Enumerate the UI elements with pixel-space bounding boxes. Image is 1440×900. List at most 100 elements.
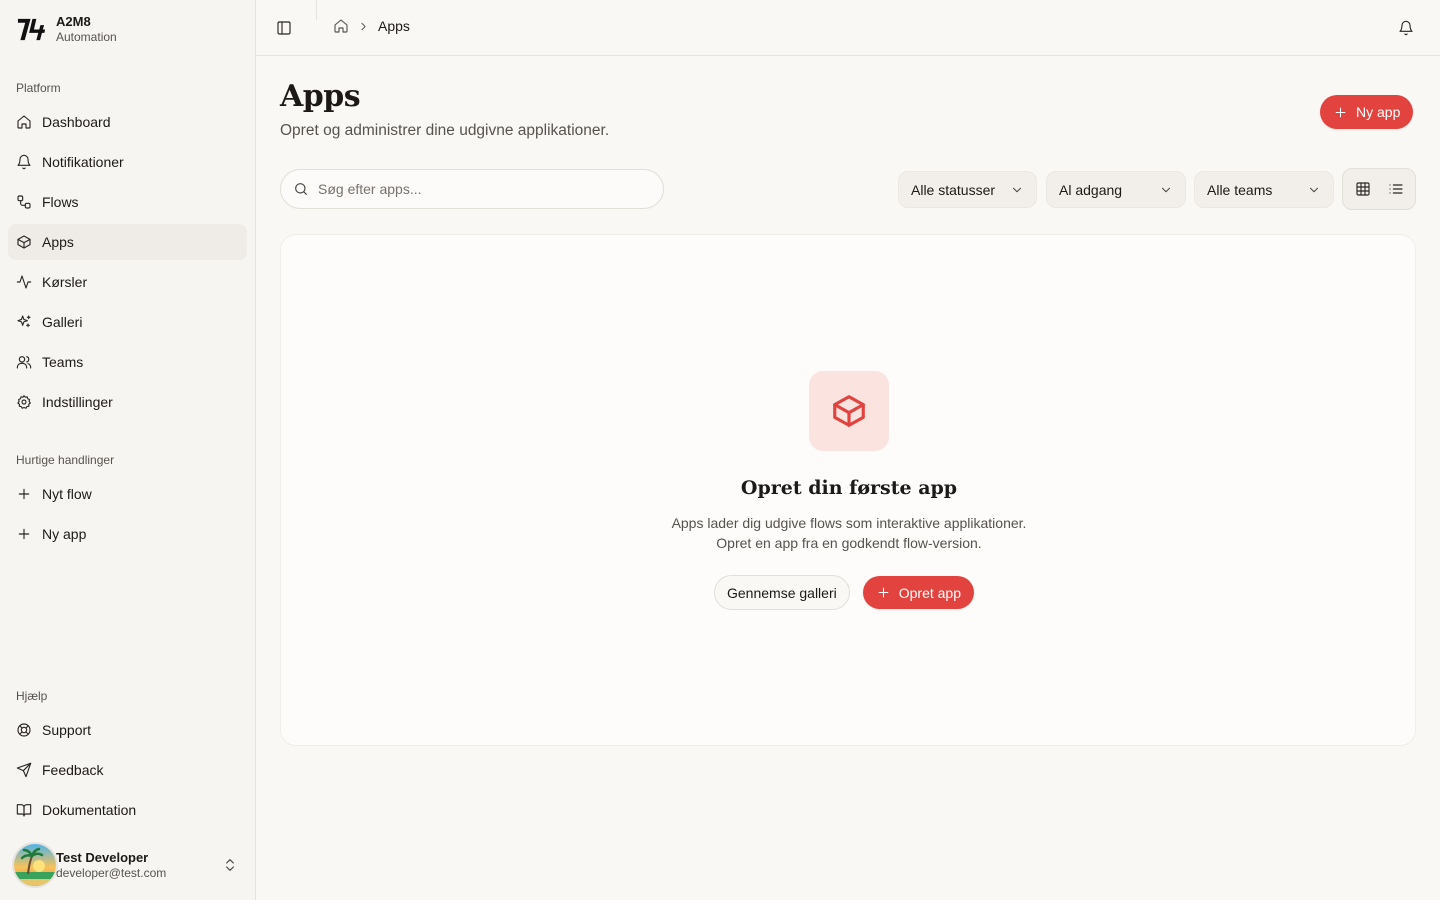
empty-state-title: Opret din første app <box>740 477 958 499</box>
breadcrumb-current: Apps <box>378 18 410 34</box>
user-name: Test Developer <box>56 849 149 865</box>
sidebar-item-label: Notifikationer <box>42 154 124 170</box>
sidebar: A2M8 Automation Platform Dashboard Notif… <box>0 0 256 900</box>
box-icon <box>833 395 865 427</box>
help-nav: Support Feedback Dokumentation <box>8 712 247 832</box>
sidebar-item-label: Nyt flow <box>42 486 92 502</box>
brand-subtitle: Automation <box>56 30 117 44</box>
search-box <box>280 169 664 209</box>
search-input[interactable] <box>318 181 638 197</box>
sidebar-item-teams[interactable]: Teams <box>8 344 247 380</box>
brand-name: A2M8 <box>56 14 91 29</box>
life-buoy-icon <box>17 723 31 737</box>
search-icon <box>295 183 307 195</box>
page-subtitle: Opret og administrer dine udgivne applik… <box>280 122 610 139</box>
topbar-divider <box>316 0 317 20</box>
list-icon <box>1388 184 1403 194</box>
plus-icon <box>1335 107 1346 117</box>
create-app-button-label: Opret app <box>898 584 961 601</box>
chevrons-up-down-icon <box>226 859 234 871</box>
bell-icon <box>17 154 31 170</box>
create-app-button[interactable]: Opret app <box>862 576 974 609</box>
activity-icon <box>16 275 32 289</box>
logo-icon <box>17 18 46 41</box>
chevron-right-icon <box>361 22 366 30</box>
empty-state-icon-tile <box>809 371 889 451</box>
topbar: Apps <box>256 0 1440 56</box>
gear-icon <box>17 395 31 409</box>
sparkles-icon <box>17 315 31 328</box>
empty-state-card: Opret din første app Apps lader dig udgi… <box>280 234 1416 746</box>
plus-icon <box>18 528 30 540</box>
avatar <box>12 842 58 888</box>
new-app-button-label: Ny app <box>1356 104 1401 120</box>
plus-icon <box>18 488 30 500</box>
chevron-down-icon <box>1310 187 1318 192</box>
access-filter-select[interactable]: Al adgang <box>1046 171 1186 208</box>
sidebar-item-label: Dashboard <box>42 114 111 130</box>
home-icon[interactable] <box>333 18 349 34</box>
empty-state-line-2: Opret en app fra en godkendt flow-versio… <box>716 535 982 551</box>
sidebar-item-flows[interactable]: Flows <box>8 184 247 220</box>
panel-left-icon <box>277 21 291 35</box>
status-filter-select[interactable]: Alle statusser <box>898 171 1037 208</box>
sidebar-item-label: Feedback <box>42 762 104 778</box>
sidebar-item-label: Kørsler <box>42 274 88 290</box>
sidebar-item-galleri[interactable]: Galleri <box>8 304 247 340</box>
sidebar-item-label: Support <box>42 722 92 738</box>
teams-filter-select[interactable]: Alle teams <box>1194 171 1334 208</box>
sidebar-item-new-app[interactable]: Ny app <box>8 516 247 552</box>
notifications-button[interactable] <box>1398 20 1414 36</box>
sidebar-item-label: Apps <box>42 234 74 250</box>
bell-icon <box>1399 20 1413 36</box>
status-filter-value: Alle statusser <box>911 181 996 198</box>
workflow-icon <box>17 195 31 209</box>
quick-actions-nav: Nyt flow Ny app <box>8 476 247 556</box>
sidebar-item-new-flow[interactable]: Nyt flow <box>8 476 247 512</box>
user-email: developer@test.com <box>56 865 167 880</box>
view-toggle <box>1342 168 1416 210</box>
sidebar-item-indstillinger[interactable]: Indstillinger <box>8 384 247 420</box>
box-icon <box>17 235 31 249</box>
user-menu[interactable]: Test Developer developer@test.com <box>12 841 248 889</box>
users-icon <box>16 356 32 369</box>
breadcrumb: Apps <box>333 18 410 34</box>
avatar-image <box>14 844 56 886</box>
book-open-icon <box>16 804 32 817</box>
plus-icon <box>878 587 889 598</box>
sidebar-item-support[interactable]: Support <box>8 712 247 748</box>
send-icon <box>16 762 32 778</box>
home-icon <box>17 115 31 129</box>
sidebar-item-feedback[interactable]: Feedback <box>8 752 247 788</box>
empty-state-description: Apps lader dig udgive flows som interakt… <box>281 513 1417 553</box>
quick-actions-label: Hurtige handlinger <box>16 453 115 467</box>
sidebar-item-label: Galleri <box>42 314 83 330</box>
grid-icon <box>1355 182 1370 196</box>
platform-group-label: Platform <box>16 81 61 95</box>
sidebar-item-dashboard[interactable]: Dashboard <box>8 104 247 140</box>
list-view-button[interactable] <box>1379 172 1412 206</box>
empty-state-actions: Gennemse galleri Opret app <box>714 575 974 610</box>
page-title: Apps <box>280 79 361 114</box>
sidebar-item-apps[interactable]: Apps <box>8 224 247 260</box>
grid-view-button[interactable] <box>1346 172 1379 206</box>
brand[interactable]: A2M8 Automation <box>16 14 117 45</box>
help-group-label: Hjælp <box>16 689 48 703</box>
sidebar-item-label: Flows <box>42 194 79 210</box>
chevron-down-icon <box>1013 187 1021 192</box>
new-app-button[interactable]: Ny app <box>1320 95 1414 129</box>
access-filter-value: Al adgang <box>1059 181 1123 198</box>
sidebar-item-label: Ny app <box>42 526 87 542</box>
sidebar-toggle-button[interactable] <box>276 20 292 36</box>
platform-nav: Dashboard Notifikationer Flows Apps Kørs… <box>8 104 247 424</box>
empty-state-line-1: Apps lader dig udgive flows som interakt… <box>671 515 1027 531</box>
sidebar-item-label: Dokumentation <box>42 802 137 818</box>
teams-filter-value: Alle teams <box>1207 181 1273 198</box>
sidebar-item-dokumentation[interactable]: Dokumentation <box>8 792 247 828</box>
sidebar-item-korsler[interactable]: Kørsler <box>8 264 247 300</box>
browse-gallery-button[interactable]: Gennemse galleri <box>714 575 850 610</box>
sidebar-item-notifikationer[interactable]: Notifikationer <box>8 144 247 180</box>
sidebar-item-label: Indstillinger <box>42 394 113 410</box>
chevron-down-icon <box>1162 187 1170 192</box>
sidebar-item-label: Teams <box>42 354 84 370</box>
